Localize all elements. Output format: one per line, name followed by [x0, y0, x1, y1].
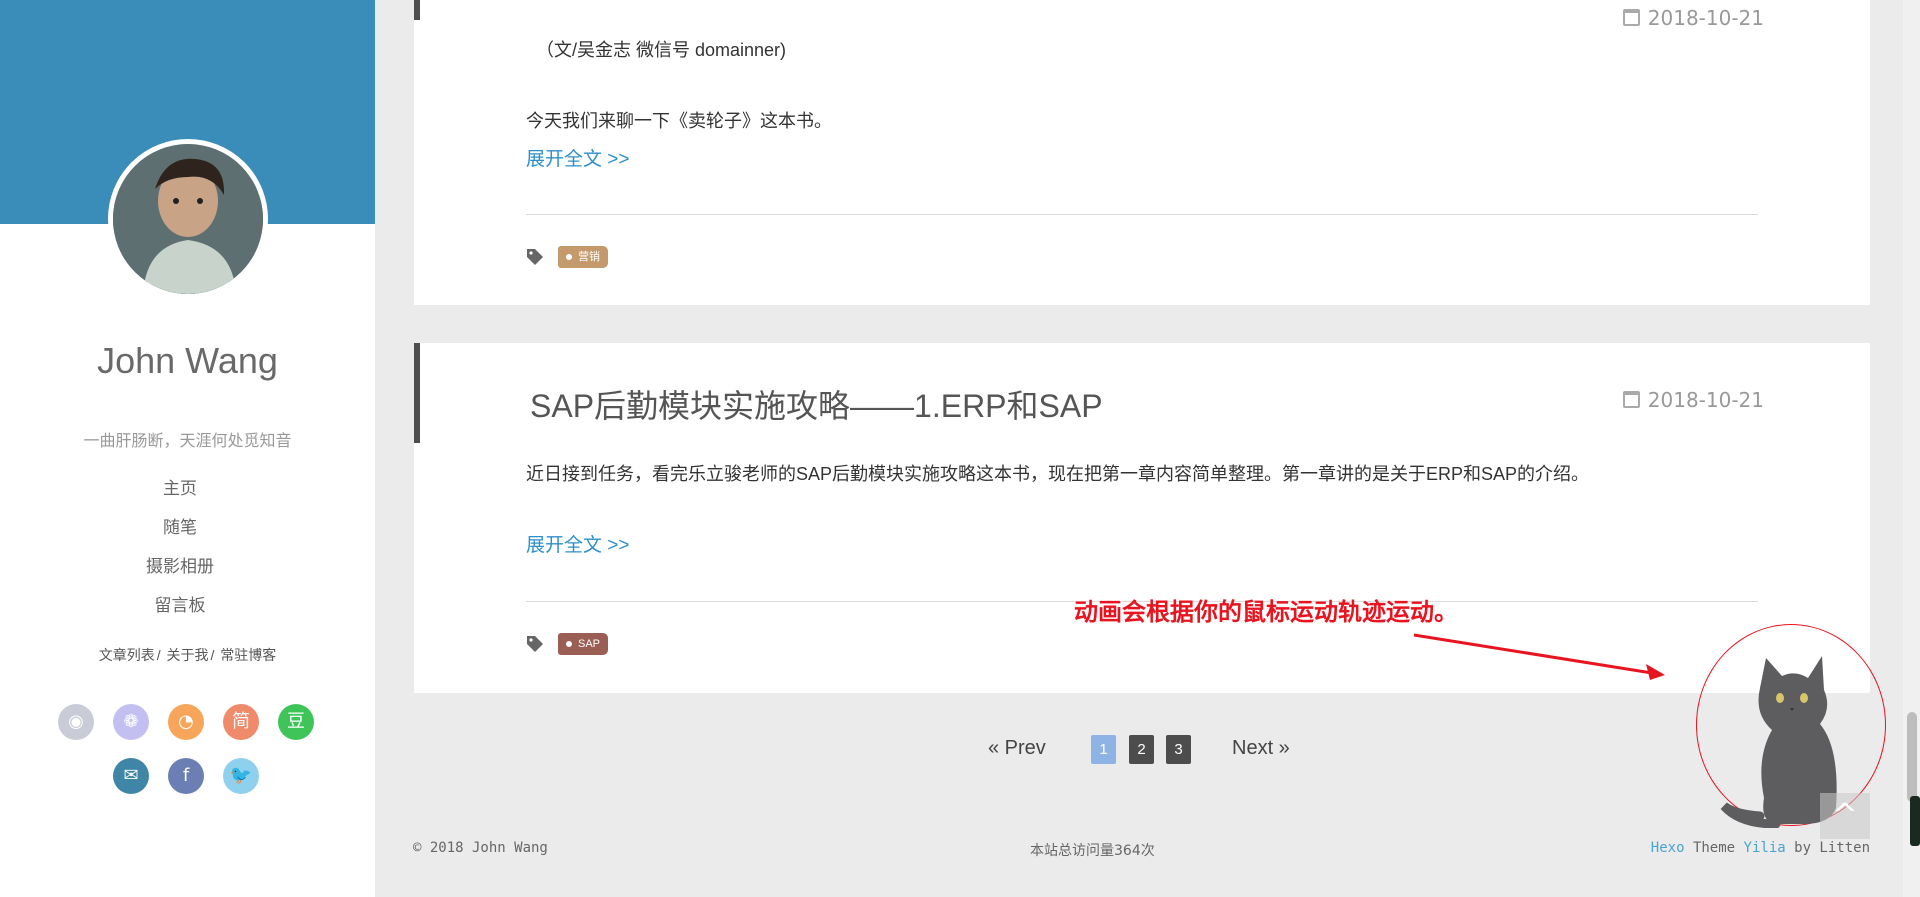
next-page-link[interactable]: Next »: [1232, 733, 1290, 763]
nav-guestbook[interactable]: 留言板: [0, 593, 360, 632]
page-number[interactable]: 3: [1166, 735, 1191, 764]
separator: /: [210, 647, 215, 663]
pagination: « Prev 1 2 3 Next »: [0, 733, 1920, 767]
theme-word: Theme: [1692, 840, 1736, 856]
link-resident-blog[interactable]: 常驻博客: [220, 647, 276, 663]
post-date: 2018-10-21: [1622, 388, 1764, 412]
divider: [526, 214, 1758, 215]
footer: © 2018 John Wang 本站总访问量364次 Hexo Theme Y…: [0, 840, 1920, 860]
post-accent-bar: [414, 343, 420, 443]
nav-home[interactable]: 主页: [0, 476, 360, 515]
tag-badge[interactable]: SAP: [558, 633, 609, 655]
post-accent-bar: [414, 0, 420, 20]
avatar[interactable]: [108, 139, 268, 299]
avatar-photo: [113, 144, 263, 294]
scrollbar[interactable]: [1903, 0, 1920, 897]
scroll-widget: [1910, 796, 1920, 846]
page-number[interactable]: 2: [1129, 735, 1154, 764]
read-more-link[interactable]: 展开全文 >>: [526, 530, 629, 557]
post-date: 2018-10-21: [1622, 6, 1764, 30]
post-excerpt: 近日接到任务，看完乐立骏老师的SAP后勤模块实施攻略这本书，现在把第一章内容简单…: [526, 464, 1590, 484]
yilia-link[interactable]: Yilia: [1744, 840, 1786, 856]
separator: /: [156, 647, 161, 663]
annotation-text: 动画会根据你的鼠标运动轨迹运动。: [1074, 598, 1458, 626]
link-about-me[interactable]: 关于我: [167, 647, 209, 663]
prev-page-link[interactable]: « Prev: [988, 733, 1046, 763]
theme-credit: Hexo Theme Yilia by Litten: [1651, 840, 1870, 856]
calendar-icon: [1622, 9, 1640, 26]
post-date-text: 2018-10-21: [1647, 388, 1764, 412]
post-card: 2018-10-21 （文/吴金志 微信号 domainner) 今天我们来聊一…: [414, 0, 1870, 305]
sidebar-nav: 主页 随笔 摄影相册 留言板: [0, 476, 360, 632]
visit-counter: 本站总访问量364次: [1030, 843, 1155, 859]
motto: 一曲肝肠断，天涯何处觅知音: [83, 433, 292, 450]
post-title[interactable]: SAP后勤模块实施攻略——1.ERP和SAP: [530, 381, 1103, 427]
post-excerpt-line: 今天我们来聊一下《卖轮子》这本书。: [526, 111, 832, 131]
calendar-icon: [1622, 391, 1640, 408]
annotation-arrow: [1413, 633, 1665, 680]
nav-essays[interactable]: 随笔: [0, 515, 360, 554]
nav-photo-album[interactable]: 摄影相册: [0, 554, 360, 593]
page-number-current[interactable]: 1: [1091, 735, 1116, 764]
post-date-text: 2018-10-21: [1647, 6, 1764, 30]
scrollbar-thumb[interactable]: [1907, 712, 1917, 802]
tag-icon: [527, 636, 543, 652]
tag-badge[interactable]: 营销: [558, 246, 608, 268]
read-more-link[interactable]: 展开全文 >>: [526, 144, 629, 171]
sidebar-sub-links: 文章列表 / 关于我 / 常驻博客: [0, 645, 375, 665]
back-to-top-button[interactable]: ^: [1820, 793, 1870, 839]
post-excerpt-line: （文/吴金志 微信号 domainner): [536, 40, 787, 60]
tag-icon: [527, 249, 543, 265]
author-name[interactable]: John Wang: [0, 340, 375, 382]
theme-author: by Litten: [1794, 840, 1870, 856]
link-article-list[interactable]: 文章列表: [99, 647, 155, 663]
hexo-link[interactable]: Hexo: [1651, 840, 1685, 856]
copyright: © 2018 John Wang: [413, 840, 548, 856]
